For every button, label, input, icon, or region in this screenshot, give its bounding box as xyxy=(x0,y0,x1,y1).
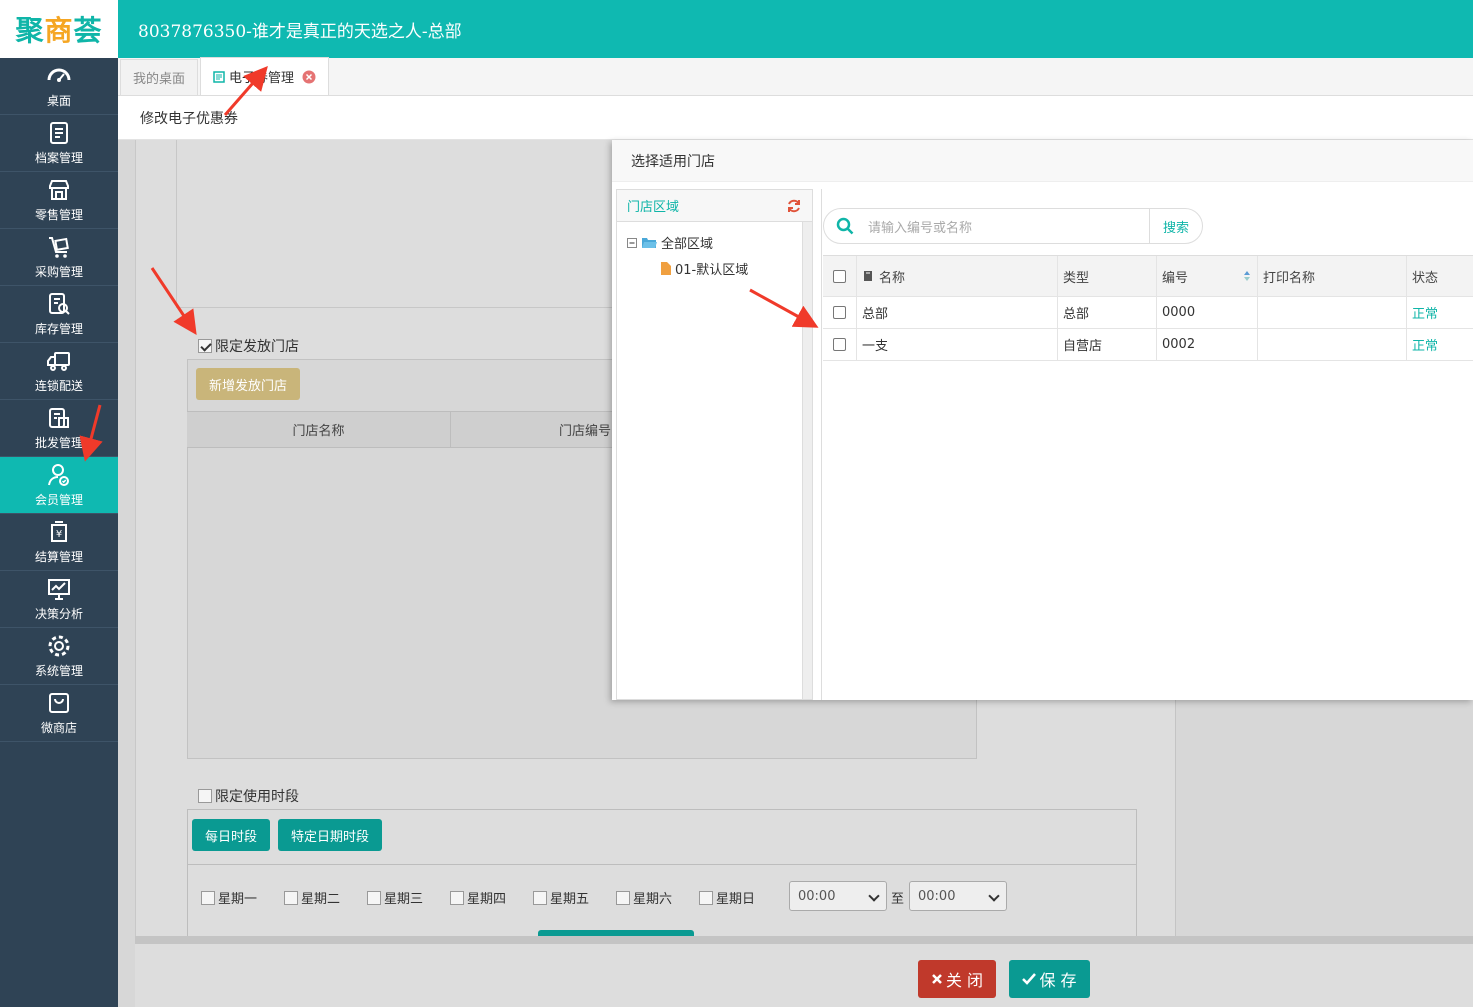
sidebar-item-dashboard[interactable]: 桌面 xyxy=(0,58,118,115)
truck-icon xyxy=(47,352,70,371)
limit-time-checkbox[interactable]: 限定使用时段 xyxy=(198,786,299,806)
search-icon xyxy=(836,217,854,235)
add-store-button[interactable]: 新增发放门店 xyxy=(196,368,300,400)
area-header: 门店区域 xyxy=(617,190,812,222)
checkbox-checked[interactable] xyxy=(198,339,212,353)
grid-header: 名称 类型 编号 打印名称 状态 xyxy=(823,255,1473,297)
weekday-tue[interactable]: 星期二 xyxy=(284,888,340,907)
close-button[interactable]: 关 闭 xyxy=(918,960,996,998)
limit-store-checkbox[interactable]: 限定发放门店 xyxy=(198,336,299,356)
tree-node-default-area[interactable]: 01-默认区域 xyxy=(661,259,748,278)
shop-bag-icon xyxy=(49,693,69,713)
sidebar-item-retail[interactable]: 零售管理 xyxy=(0,172,118,229)
sidebar-item-delivery[interactable]: 连锁配送 xyxy=(0,343,118,400)
search-bar: 请输入编号或名称 搜索 xyxy=(823,208,1203,244)
tree-node-all-areas[interactable]: 全部区域 xyxy=(627,233,713,252)
analytics-icon xyxy=(48,579,70,600)
sidebar-item-purchase[interactable]: 采购管理 xyxy=(0,229,118,286)
tab-bar: 我的桌面 电子券管理 xyxy=(118,57,1473,96)
cart-icon xyxy=(49,237,69,258)
close-icon xyxy=(932,974,942,984)
date-period-button[interactable]: 特定日期时段 xyxy=(278,819,382,851)
window-title: 8037876350-谁才是真正的天选之人-总部 xyxy=(118,0,1473,58)
book-icon xyxy=(864,271,872,281)
store-icon xyxy=(49,180,69,200)
dashboard-icon xyxy=(47,68,71,82)
sidebar-item-inventory[interactable]: 库存管理 xyxy=(0,286,118,343)
status-badge: 正常 xyxy=(1412,339,1439,354)
weekday-mon[interactable]: 星期一 xyxy=(201,888,257,907)
page-title: 修改电子优惠券 xyxy=(118,96,1473,140)
sidebar: 桌面 档案管理 零售管理 采购管理 库存管理 连锁配送 批发管理 会员管理 ¥ … xyxy=(0,58,118,1007)
settlement-icon: ¥ xyxy=(51,521,67,542)
sidebar-item-micro-shop[interactable]: 微商店 xyxy=(0,685,118,742)
store-grid: 名称 类型 编号 打印名称 状态 总部 总部 0000 正常 一支 自营店 00… xyxy=(823,255,1473,361)
select-all-checkbox[interactable] xyxy=(833,269,846,283)
daily-period-button[interactable]: 每日时段 xyxy=(192,819,270,851)
checkbox-unchecked[interactable] xyxy=(198,789,212,803)
sidebar-item-wholesale[interactable]: 批发管理 xyxy=(0,400,118,457)
close-tab-icon[interactable] xyxy=(302,70,316,84)
sort-icon[interactable] xyxy=(1243,270,1251,282)
document-icon xyxy=(213,70,225,83)
select-store-modal: 选择适用门店 门店区域 全部区域 01-默认区域 请输入编号或名称 搜索 名称 … xyxy=(612,140,1473,700)
time-separator: 至 xyxy=(891,892,905,907)
store-area-panel: 门店区域 全部区域 01-默认区域 xyxy=(616,189,813,700)
weekday-thu[interactable]: 星期四 xyxy=(450,888,506,907)
tab-my-desktop[interactable]: 我的桌面 xyxy=(120,59,199,95)
refresh-icon[interactable] xyxy=(786,198,802,214)
search-input[interactable]: 请输入编号或名称 xyxy=(868,209,1150,243)
sidebar-item-member[interactable]: 会员管理 xyxy=(0,457,118,514)
sidebar-item-archive[interactable]: 档案管理 xyxy=(0,115,118,172)
footer-bar xyxy=(135,936,1473,1007)
row-checkbox[interactable] xyxy=(833,338,846,351)
weekday-sat[interactable]: 星期六 xyxy=(616,888,672,907)
archive-icon xyxy=(50,122,68,144)
folder-open-icon xyxy=(642,238,657,248)
app-logo: 聚商荟 xyxy=(0,0,118,58)
tab-ecoupon-management[interactable]: 电子券管理 xyxy=(200,57,330,95)
table-row[interactable]: 一支 自营店 0002 正常 xyxy=(823,329,1473,361)
row-checkbox[interactable] xyxy=(833,306,846,319)
store-list-panel: 请输入编号或名称 搜索 名称 类型 编号 打印名称 状态 总部 总部 0000 … xyxy=(821,189,1473,700)
modal-title: 选择适用门店 xyxy=(612,140,1473,182)
save-button[interactable]: 保 存 xyxy=(1009,960,1090,998)
weekday-sun[interactable]: 星期日 xyxy=(699,888,755,907)
sidebar-item-settlement[interactable]: ¥ 结算管理 xyxy=(0,514,118,571)
weekday-fri[interactable]: 星期五 xyxy=(533,888,589,907)
status-badge: 正常 xyxy=(1412,307,1439,322)
table-row[interactable]: 总部 总部 0000 正常 xyxy=(823,297,1473,329)
weekday-wed[interactable]: 星期三 xyxy=(367,888,423,907)
area-scrollbar[interactable] xyxy=(802,222,812,699)
svg-text:¥: ¥ xyxy=(56,529,62,540)
sidebar-item-system[interactable]: 系统管理 xyxy=(0,628,118,685)
file-icon xyxy=(661,262,671,275)
inventory-icon xyxy=(49,293,70,315)
sidebar-item-analytics[interactable]: 决策分析 xyxy=(0,571,118,628)
check-icon xyxy=(1022,973,1037,985)
collapse-icon[interactable] xyxy=(627,237,637,248)
time-from-select[interactable]: 00:00 xyxy=(789,881,887,911)
column-store-name: 门店名称 xyxy=(187,412,451,447)
gear-icon xyxy=(48,635,70,657)
member-icon xyxy=(48,464,69,486)
search-button[interactable]: 搜索 xyxy=(1150,217,1202,236)
time-to-select[interactable]: 00:00 xyxy=(909,881,1007,911)
wholesale-icon xyxy=(49,408,69,428)
